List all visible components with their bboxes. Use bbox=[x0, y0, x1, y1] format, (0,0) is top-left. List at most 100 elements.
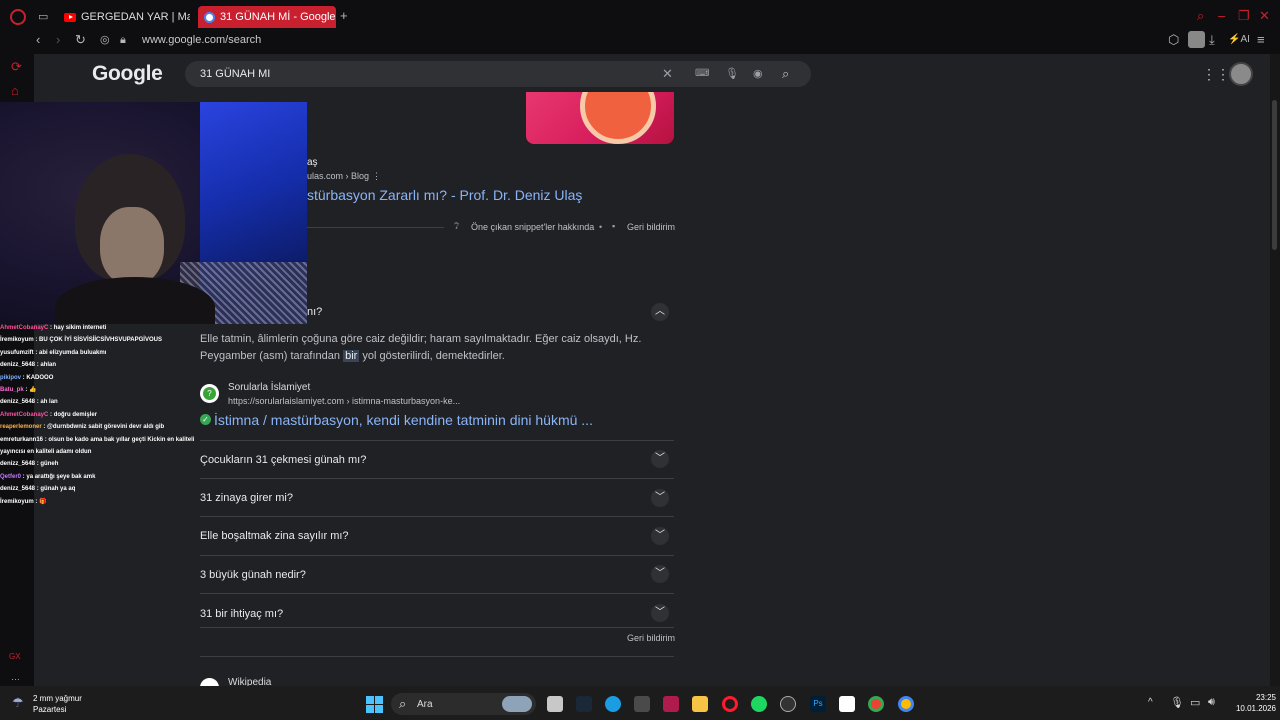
spotify-icon[interactable] bbox=[751, 696, 767, 712]
workspace-icon[interactable]: ▭ bbox=[38, 10, 48, 24]
new-tab-icon[interactable]: + bbox=[340, 9, 348, 23]
app-icon[interactable] bbox=[634, 696, 650, 712]
chat-username[interactable]: pikipov bbox=[0, 375, 21, 381]
account-avatar[interactable] bbox=[1229, 62, 1253, 86]
paa-expanded-question[interactable]: nı? bbox=[307, 306, 322, 318]
maximize-icon[interactable]: ❐ bbox=[1238, 9, 1250, 23]
extensions-icon[interactable]: ⬡ bbox=[1168, 33, 1179, 47]
opera-logo-icon[interactable] bbox=[10, 9, 26, 25]
feedback-link[interactable]: Geri bildirim bbox=[627, 222, 675, 232]
chat-username[interactable]: emreturkann16 bbox=[0, 437, 43, 443]
answer-source-url[interactable]: https://sorularlaislamiyet.com › istimna… bbox=[228, 396, 460, 406]
answer-highlight: bir bbox=[343, 350, 360, 362]
sidebar-more-icon[interactable]: … bbox=[11, 670, 20, 684]
result-thumbnail[interactable] bbox=[526, 92, 674, 144]
search-tabs-icon[interactable]: ⌕ bbox=[1197, 9, 1204, 23]
answer-source-name[interactable]: Sorularla İslamiyet bbox=[228, 382, 310, 393]
opera-gx-icon[interactable] bbox=[722, 696, 738, 712]
webcam-overlay bbox=[0, 102, 307, 324]
chat-username[interactable]: denizz_5648 bbox=[0, 461, 35, 467]
chat-username[interactable]: Qetfer0 bbox=[0, 474, 21, 480]
chat-username[interactable]: denizz_5648 bbox=[0, 486, 35, 492]
paa-feedback-link[interactable]: Geri bildirim bbox=[627, 633, 675, 643]
start-button[interactable] bbox=[366, 696, 383, 713]
snippet-about-link[interactable]: Öne çıkan snippet'ler hakkında bbox=[471, 222, 594, 232]
page-scrollbar[interactable] bbox=[1270, 54, 1280, 686]
stream-chat-overlay: AhmetCobanayC : hay sikim interneti İremi… bbox=[0, 322, 198, 508]
weather-icon[interactable]: ☂ bbox=[12, 695, 24, 711]
reload-icon[interactable]: ↻ bbox=[75, 33, 86, 47]
aria-ai-icon[interactable]: ⚡AI bbox=[1228, 33, 1250, 47]
back-icon[interactable]: ‹ bbox=[36, 33, 40, 47]
scroll-thumb[interactable] bbox=[1272, 100, 1277, 250]
sidebar-history-icon[interactable]: ⟳ bbox=[11, 60, 22, 74]
calendar-app-icon[interactable] bbox=[663, 696, 679, 712]
mic-icon[interactable]: 🎙︎ bbox=[725, 66, 739, 82]
sidebar-gx-icon[interactable]: GX bbox=[9, 650, 21, 664]
chrome-profile-icon[interactable] bbox=[898, 696, 914, 712]
chat-username[interactable]: Batu_pk bbox=[0, 387, 24, 393]
paa-question-3[interactable]: Elle boşaltmak zina sayılır mı? bbox=[200, 530, 349, 542]
volume-icon[interactable]: 🔊︎ bbox=[1208, 696, 1215, 709]
chat-username[interactable]: reaperlemoner bbox=[0, 424, 42, 430]
file-explorer-icon[interactable] bbox=[692, 696, 708, 712]
paa-question-2[interactable]: 31 zinaya girer mi? bbox=[200, 492, 293, 504]
chat-username[interactable]: AhmetCobanayC bbox=[0, 325, 48, 331]
chevron-down-icon[interactable]: ﹀ bbox=[651, 565, 669, 583]
taskbar-clock[interactable]: 23:25 10.01.2026 bbox=[1226, 692, 1276, 714]
paa-question-4[interactable]: 3 büyük günah nedir? bbox=[200, 569, 306, 581]
profile-icon[interactable] bbox=[1188, 31, 1205, 48]
task-view-icon[interactable] bbox=[547, 696, 563, 712]
chrome-icon[interactable] bbox=[868, 696, 884, 712]
steam-icon[interactable] bbox=[576, 696, 592, 712]
download-icon[interactable]: ⤓ bbox=[1209, 33, 1215, 47]
result-title-link[interactable]: stürbasyon Zararlı mı? - Prof. Dr. Deniz… bbox=[307, 187, 582, 203]
tray-overflow-icon[interactable]: ^ bbox=[1148, 697, 1153, 708]
paa-question-5[interactable]: 31 bir ihtiyaç mı? bbox=[200, 608, 283, 620]
site-info-icon[interactable]: ◎ bbox=[100, 33, 110, 47]
google-logo[interactable]: Google bbox=[92, 62, 163, 86]
paa-question-1[interactable]: Çocukların 31 çekmesi günah mı? bbox=[200, 454, 366, 466]
taskbar-search[interactable]: ⌕ Ara bbox=[391, 693, 536, 715]
sidebar-games-icon[interactable]: ⌂ bbox=[11, 84, 19, 98]
chat-username[interactable]: denizz_5648 bbox=[0, 399, 35, 405]
clear-search-icon[interactable]: ✕ bbox=[662, 66, 673, 82]
answer-source-title[interactable]: İstimna / mastürbasyon, kendi kendine ta… bbox=[214, 412, 593, 428]
menu-icon[interactable]: ≡ bbox=[1257, 33, 1265, 47]
chevron-up-icon[interactable]: ︿ bbox=[651, 303, 669, 321]
help-icon[interactable]: ❔︎ bbox=[454, 221, 459, 232]
minimize-icon[interactable]: – bbox=[1218, 9, 1225, 23]
copilot-icon[interactable] bbox=[605, 696, 621, 712]
display-tray-icon[interactable]: ▭ bbox=[1190, 696, 1200, 709]
forward-icon[interactable]: › bbox=[56, 33, 60, 47]
result-source-name: aş bbox=[307, 157, 318, 168]
tab-label: 31 GÜNAH Mİ - Google'da bbox=[220, 11, 336, 23]
chat-username[interactable]: İremikoyum bbox=[0, 337, 34, 343]
result-source-url[interactable]: ulas.com › Blog bbox=[307, 171, 369, 181]
chevron-down-icon[interactable]: ﹀ bbox=[651, 489, 669, 507]
address-bar[interactable]: www.google.com/search bbox=[142, 34, 261, 46]
feedback-icon[interactable]: ▪ bbox=[612, 221, 615, 231]
chevron-down-icon[interactable]: ﹀ bbox=[651, 604, 669, 622]
chevron-down-icon[interactable]: ﹀ bbox=[651, 450, 669, 468]
tab-google[interactable]: 31 GÜNAH Mİ - Google'da bbox=[198, 6, 336, 28]
obs-icon[interactable] bbox=[780, 696, 796, 712]
chat-username[interactable]: denizz_5648 bbox=[0, 362, 35, 368]
keyboard-icon[interactable]: ⌨ bbox=[695, 66, 709, 82]
result-more-icon[interactable]: ⋮ bbox=[372, 171, 381, 182]
chat-username[interactable]: AhmetCobanayC bbox=[0, 412, 48, 418]
search-input[interactable]: 31 GÜNAH MI ✕ ⌨ 🎙︎ ◉ ⌕ bbox=[185, 61, 811, 87]
tab-youtube[interactable]: GERGEDAN YAR | Madara bbox=[58, 6, 190, 28]
chat-message: pikipov : KADOOO bbox=[0, 372, 198, 384]
search-icon[interactable]: ⌕ bbox=[782, 66, 789, 82]
photoshop-icon[interactable]: Ps bbox=[810, 696, 826, 712]
chat-username[interactable]: İremikoyum bbox=[0, 499, 34, 505]
lens-icon[interactable]: ◉ bbox=[753, 66, 763, 82]
chevron-down-icon[interactable]: ﹀ bbox=[651, 527, 669, 545]
close-window-icon[interactable]: ✕ bbox=[1259, 9, 1270, 23]
chat-username[interactable]: yusufumzift bbox=[0, 350, 34, 356]
weather-widget[interactable]: 2 mm yağmur Pazartesi bbox=[33, 693, 82, 715]
clock-time: 23:25 bbox=[1255, 693, 1276, 702]
capcut-icon[interactable] bbox=[839, 696, 855, 712]
microphone-tray-icon[interactable]: 🎙︎ bbox=[1170, 696, 1184, 709]
